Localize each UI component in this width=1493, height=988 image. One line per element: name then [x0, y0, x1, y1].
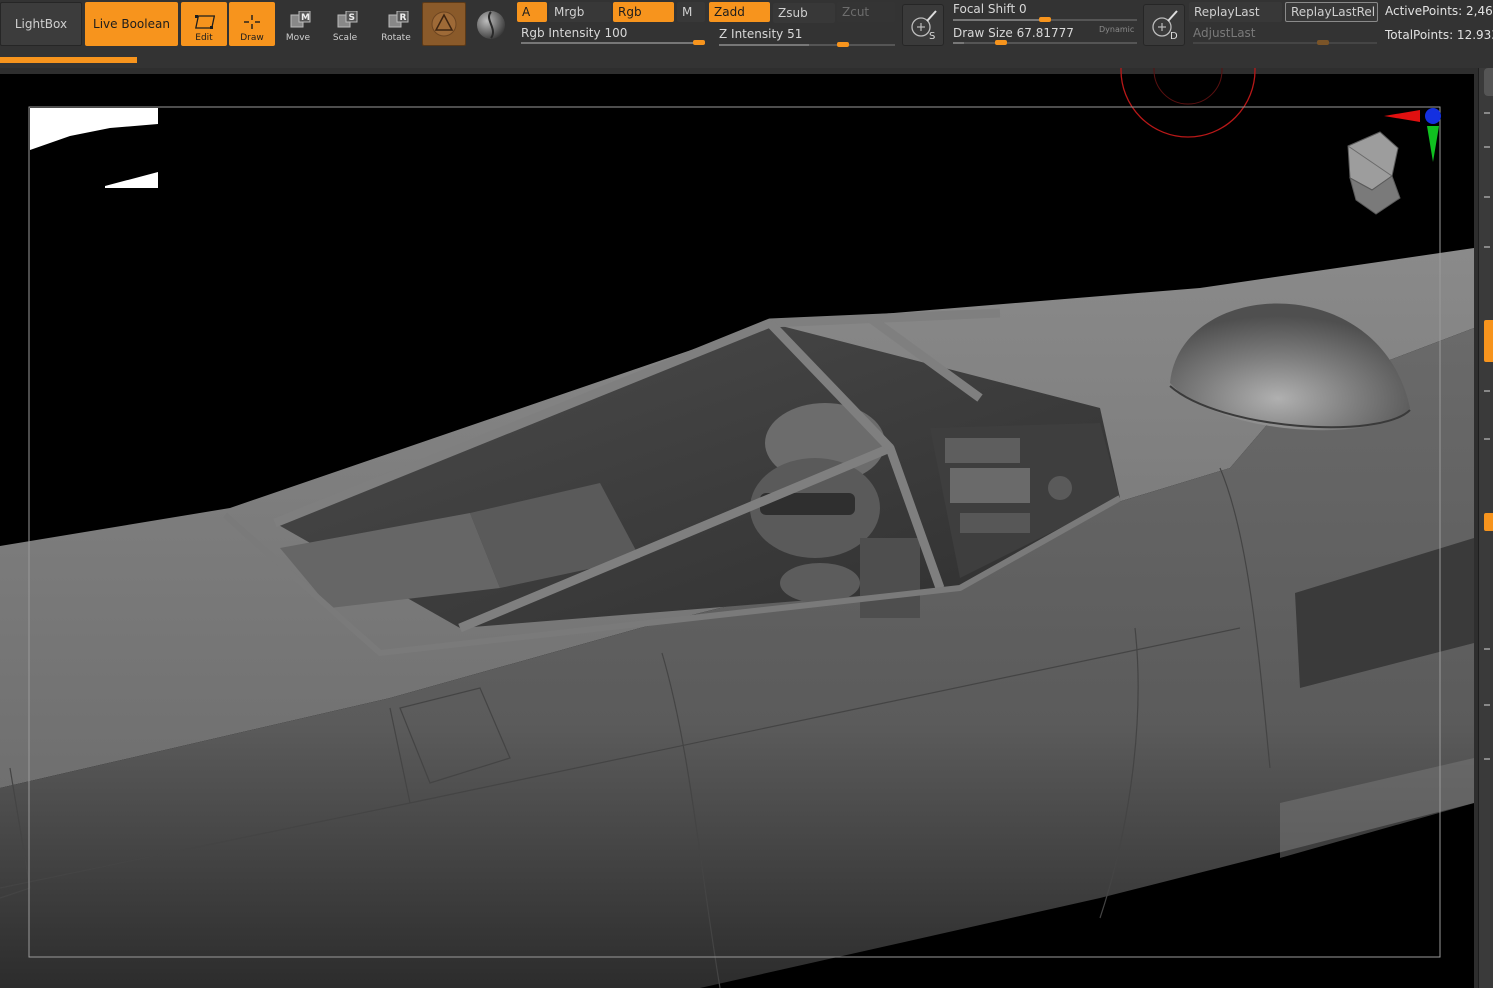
tray-marker [1484, 704, 1490, 706]
zcut-mode-button[interactable]: Zcut [837, 2, 895, 22]
stroke-d-button[interactable]: D [1143, 4, 1185, 46]
a-mode-button[interactable]: A [517, 2, 547, 22]
tray-marker [1484, 146, 1490, 148]
tray-scroll-top[interactable] [1484, 68, 1493, 96]
draw-icon [244, 15, 260, 29]
document-canvas[interactable] [0, 68, 1478, 988]
right-tray[interactable] [1478, 68, 1493, 988]
draw-size-value: 67.81777 [1016, 26, 1074, 40]
move-tool-label: Move [285, 33, 311, 43]
brush-s-badge: S [929, 31, 935, 42]
rotate-tool-button[interactable]: R Rotate [373, 2, 419, 46]
z-intensity-slider[interactable]: Z Intensity 51 [715, 26, 897, 48]
scale-tool-button[interactable]: S Scale [322, 2, 368, 46]
tray-active-tab-2[interactable] [1484, 513, 1493, 531]
lightbox-button[interactable]: LightBox [0, 2, 82, 46]
tray-marker [1484, 196, 1490, 198]
scale-icon: S [337, 11, 358, 28]
draw-size-slider[interactable]: Draw Size 67.81777 Dynamic [949, 24, 1139, 46]
rotate-tool-label: Rotate [381, 33, 411, 43]
tray-active-tab[interactable] [1484, 320, 1493, 362]
stroke-s-button[interactable]: S [902, 4, 944, 46]
edit-tool-label: Edit [195, 33, 213, 43]
dynamic-toggle[interactable]: Dynamic [1099, 25, 1134, 34]
focal-shift-slider[interactable]: Focal Shift 0 [949, 0, 1139, 22]
rgb-intensity-label: Rgb Intensity [521, 26, 601, 40]
zadd-mode-button[interactable]: Zadd [709, 2, 770, 22]
rotate-icon: R [388, 11, 409, 28]
zsub-mode-button[interactable]: Zsub [773, 3, 835, 23]
rgb-intensity-knob[interactable] [693, 40, 705, 45]
adjust-last-knob[interactable] [1317, 40, 1329, 45]
material-swatch-button[interactable] [422, 2, 466, 46]
replay-last-rel-button[interactable]: ReplayLastRel [1285, 2, 1378, 22]
move-icon: M [290, 11, 311, 28]
brush-d-icon: D [1152, 10, 1178, 42]
top-toolbar: LightBox Live Boolean Edit Draw M Move S [0, 0, 1493, 68]
brush-s-icon: S [911, 10, 937, 42]
edit-tool-button[interactable]: Edit [181, 2, 227, 46]
polygon-material-icon [431, 11, 457, 37]
total-points-readout: TotalPoints: 12.933 [1385, 28, 1493, 42]
z-intensity-value: 51 [787, 27, 803, 41]
move-key-label: M [301, 13, 310, 23]
rgb-intensity-slider[interactable]: Rgb Intensity 100 [517, 24, 707, 46]
live-boolean-button[interactable]: Live Boolean [85, 2, 178, 46]
sphere-icon [477, 11, 505, 39]
tray-marker [1484, 246, 1490, 248]
tray-marker [1484, 438, 1490, 440]
brush-d-badge: D [1170, 31, 1178, 42]
focal-shift-label: Focal Shift [953, 2, 1016, 16]
scale-tool-label: Scale [332, 33, 358, 43]
tray-marker [1484, 390, 1490, 392]
tray-marker [1484, 112, 1490, 114]
adjust-last-label: AdjustLast [1193, 26, 1256, 40]
sphere-material-button[interactable] [472, 6, 510, 44]
rotate-key-label: R [400, 13, 407, 23]
draw-size-knob[interactable] [995, 40, 1007, 45]
tray-marker [1484, 648, 1490, 650]
z-intensity-knob[interactable] [837, 42, 849, 47]
rgb-intensity-value: 100 [604, 26, 628, 40]
m-mode-button[interactable]: M [677, 2, 705, 22]
3d-viewport[interactable] [0, 68, 1478, 988]
draw-tool-button[interactable]: Draw [229, 2, 275, 46]
active-points-readout: ActivePoints: 2,466 [1385, 4, 1493, 18]
scale-key-label: S [349, 13, 355, 23]
draw-size-label: Draw Size [953, 26, 1013, 40]
z-intensity-label: Z Intensity [719, 27, 784, 41]
focal-shift-value: 0 [1019, 2, 1027, 16]
tray-marker [1484, 758, 1490, 760]
adjust-last-slider[interactable]: AdjustLast [1189, 24, 1379, 46]
move-tool-button[interactable]: M Move [275, 2, 321, 46]
focal-shift-knob[interactable] [1039, 17, 1051, 22]
edit-icon [195, 15, 215, 29]
rgb-mode-button[interactable]: Rgb [613, 2, 674, 22]
progress-strip [0, 57, 137, 63]
replay-last-button[interactable]: ReplayLast [1189, 2, 1282, 22]
draw-tool-label: Draw [240, 33, 264, 43]
mrgb-mode-button[interactable]: Mrgb [549, 2, 611, 22]
